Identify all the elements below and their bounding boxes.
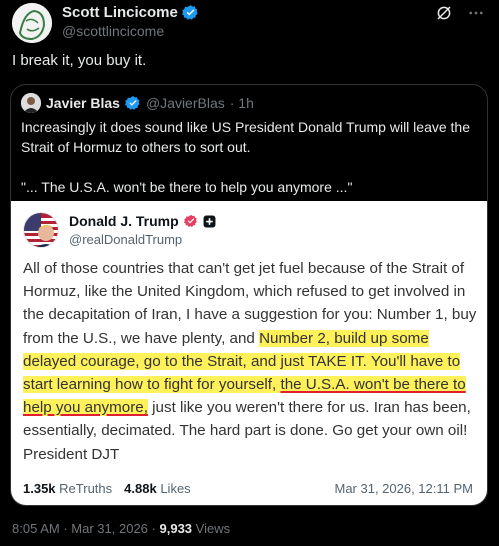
views-label[interactable]: Views [196,521,230,536]
tweet-text: I break it, you buy it. [12,52,147,69]
embedded-post-image[interactable]: Donald J. Trump @realDonaldTrump All of … [11,201,487,505]
quote-tweet-card[interactable]: Javier Blas @JavierBlas · 1h Increasingl… [10,84,488,506]
quote-author-avatar[interactable] [21,93,41,113]
meta-separator: · [151,521,156,536]
truth-badge-icon [183,214,197,227]
views-count[interactable]: 9,933 [160,521,193,536]
meta-separator: · [63,521,68,536]
embed-author-name: Donald J. Trump [69,213,179,229]
more-icon[interactable] [467,4,485,22]
tweet-date[interactable]: Mar 31, 2026 [71,521,148,536]
retruths-count: 1.35k [23,481,56,496]
quote-text-line-2: "... The U.S.A. won't be there to help y… [21,179,353,195]
quote-author-name[interactable]: Javier Blas [46,95,120,111]
quote-author-handle[interactable]: @JavierBlas [146,95,225,111]
quote-text: Increasingly it does sound like US Presi… [21,117,477,197]
embed-body: All of those countries that can't get je… [23,257,479,466]
tweet-meta: 8:05 AM · Mar 31, 2026 · 9,933 Views [12,521,230,536]
retruths-label: ReTruths [59,481,113,496]
grok-icon[interactable] [435,4,453,22]
author-name[interactable]: Scott Lincicome [62,4,178,21]
author-handle[interactable]: @scottlincicome [62,23,164,39]
embed-date: Mar 31, 2026, 12:11 PM [334,481,473,496]
embed-stats: 1.35k ReTruths 4.88k Likes [23,481,191,496]
tweet-time[interactable]: 8:05 AM [12,521,60,536]
embed-author-handle: @realDonaldTrump [69,232,183,247]
quote-text-line-1: Increasingly it does sound like US Presi… [21,119,471,155]
plus-badge-icon [203,215,216,227]
quote-time[interactable]: · 1h [230,95,254,111]
author-avatar[interactable] [12,3,52,43]
likes-count: 4.88k [124,481,157,496]
verified-badge-icon [181,5,198,20]
likes-label: Likes [160,481,191,496]
embed-author-avatar [23,212,59,248]
verified-badge-icon [124,96,140,110]
